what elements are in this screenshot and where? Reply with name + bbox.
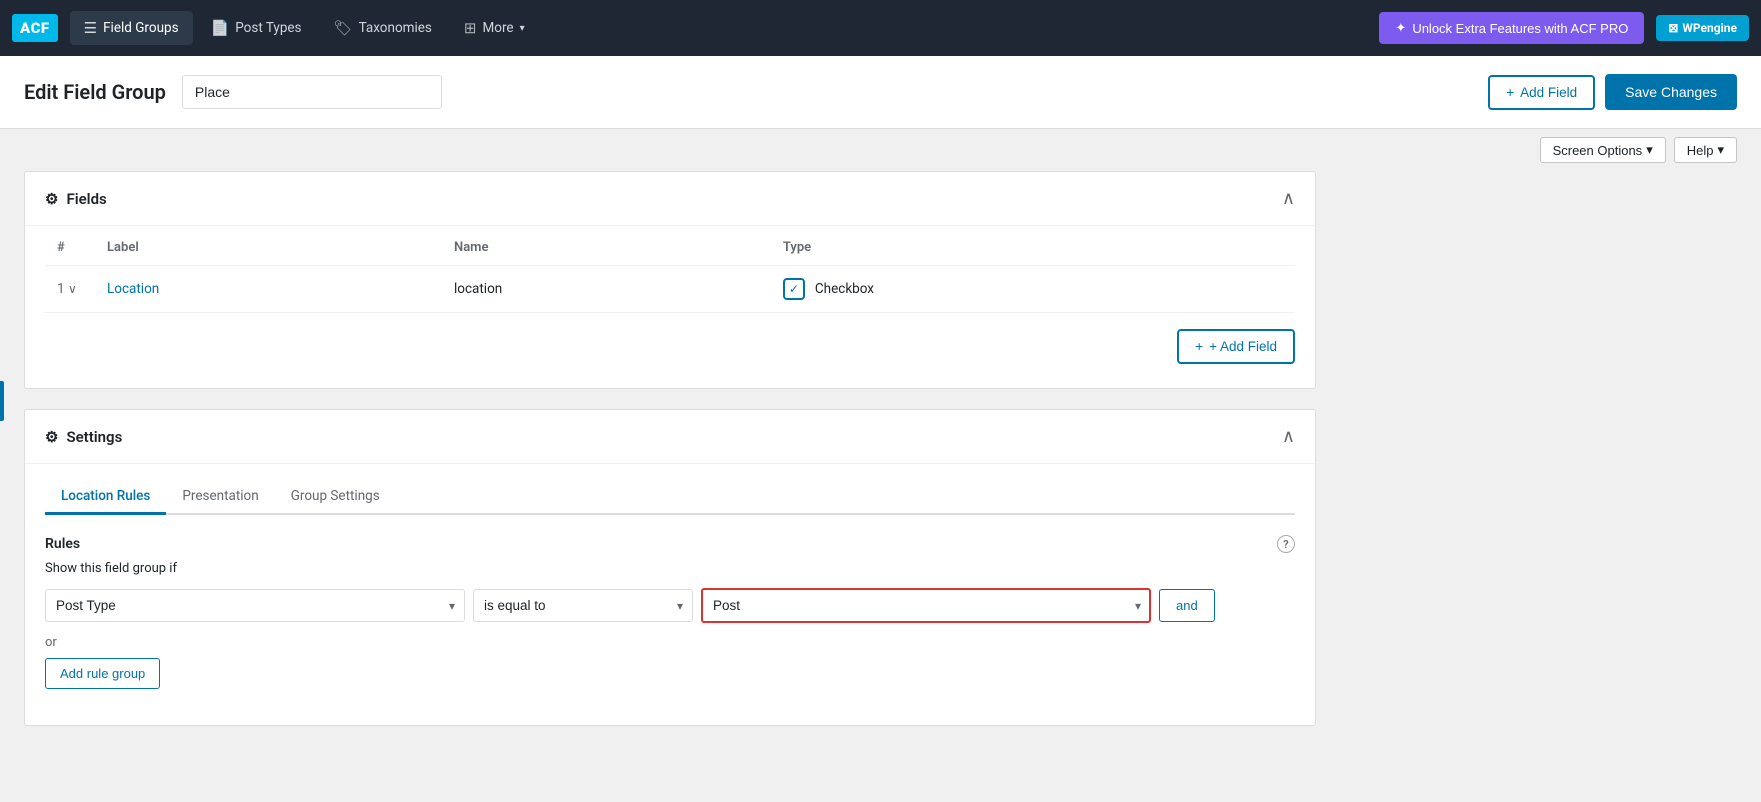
value-select-wrapper: Post (701, 588, 1151, 623)
post-type-select[interactable]: Post Type (45, 589, 465, 622)
operator-select[interactable]: is equal to (473, 589, 693, 622)
taxonomies-icon: 🏷 (334, 19, 353, 37)
tab-presentation[interactable]: Presentation (166, 480, 274, 515)
nav-item-post-types[interactable]: 📄 Post Types (197, 11, 316, 45)
fields-panel-toggle[interactable]: ∧ (1282, 188, 1295, 209)
post-types-icon: 📄 (211, 19, 230, 37)
row-name-cell: location (442, 266, 771, 313)
rules-help-icon[interactable]: ? (1277, 535, 1295, 553)
field-label-link[interactable]: Location (107, 281, 159, 297)
help-chevron-icon: ▾ (1717, 142, 1724, 158)
unlock-acf-pro-button[interactable]: ✦ Unlock Extra Features with ACF PRO (1379, 12, 1644, 44)
top-navigation: ACF ☰ Field Groups 📄 Post Types 🏷 Taxono… (0, 0, 1761, 56)
row-num: 1 ∨ (45, 266, 95, 313)
tab-location-rules[interactable]: Location Rules (45, 480, 166, 515)
field-type-label: Checkbox (815, 281, 874, 297)
fields-panel-title: ⚙ Fields (45, 190, 107, 208)
more-label: More (482, 20, 513, 36)
row-type-cell: ✓ Checkbox (771, 266, 1295, 313)
wp-engine-logo: ⊠ WPengine (1656, 15, 1749, 41)
table-row: 1 ∨ Location location ✓ Checkbox (45, 266, 1295, 313)
rules-label-row: Rules ? (45, 535, 1295, 553)
star-icon: ✦ (1395, 20, 1406, 36)
rules-section: Rules ? Show this field group if Post Ty… (45, 535, 1295, 705)
save-changes-button[interactable]: Save Changes (1605, 74, 1737, 110)
nav-item-taxonomies[interactable]: 🏷 Taxonomies (320, 11, 446, 45)
screen-options-label: Screen Options (1553, 143, 1643, 158)
operator-select-wrapper: is equal to (473, 589, 693, 622)
acf-logo: ACF (12, 14, 58, 42)
help-button[interactable]: Help ▾ (1674, 137, 1737, 163)
col-label: Label (95, 230, 442, 266)
col-name: Name (442, 230, 771, 266)
fields-title-label: Fields (66, 190, 106, 208)
taxonomies-label: Taxonomies (359, 20, 432, 36)
main-content: ⚙ Fields ∧ # Label Name Type (0, 171, 1340, 770)
show-if-label: Show this field group if (45, 561, 1295, 576)
settings-panel-body: Location Rules Presentation Group Settin… (25, 480, 1315, 725)
fields-gear-icon: ⚙ (45, 190, 58, 208)
col-num: # (45, 230, 95, 266)
tab-group-settings[interactable]: Group Settings (275, 480, 396, 515)
plus-icon: + (1506, 85, 1514, 100)
page-title: Edit Field Group (24, 80, 166, 104)
settings-panel-header: ⚙ Settings ∧ (25, 410, 1315, 464)
settings-gear-icon: ⚙ (45, 428, 58, 446)
sub-header: Screen Options ▾ Help ▾ (0, 129, 1761, 171)
settings-panel-toggle[interactable]: ∧ (1282, 426, 1295, 447)
help-label: Help (1687, 143, 1714, 158)
fields-table: # Label Name Type 1 ∨ Location (45, 230, 1295, 313)
field-groups-icon: ☰ (84, 19, 97, 37)
row-chevron-icon[interactable]: ∨ (68, 282, 77, 296)
settings-title-label: Settings (66, 428, 122, 446)
field-groups-label: Field Groups (103, 20, 178, 36)
add-field-label: Add Field (1520, 85, 1577, 100)
settings-panel: ⚙ Settings ∧ Location Rules Presentation… (24, 409, 1316, 726)
row-label-cell: Location (95, 266, 442, 313)
unlock-btn-label: Unlock Extra Features with ACF PRO (1412, 21, 1628, 36)
checkbox-type-icon: ✓ (783, 278, 805, 300)
add-field-button-header[interactable]: + Add Field (1488, 75, 1595, 110)
screen-options-chevron-icon: ▾ (1646, 142, 1653, 158)
add-rule-group-button[interactable]: Add rule group (45, 658, 160, 689)
screen-options-button[interactable]: Screen Options ▾ (1540, 137, 1666, 163)
rules-label-text: Rules (45, 536, 80, 552)
more-chevron-icon: ▾ (520, 23, 525, 34)
add-field-bottom: + + Add Field (45, 313, 1295, 368)
settings-panel-title: ⚙ Settings (45, 428, 122, 446)
settings-tabs: Location Rules Presentation Group Settin… (45, 480, 1295, 515)
page-header: Edit Field Group + Add Field Save Change… (0, 56, 1761, 129)
value-select[interactable]: Post (701, 588, 1151, 623)
nav-item-more[interactable]: ⊞ More ▾ (450, 11, 539, 45)
or-label: or (45, 635, 1295, 650)
more-icon: ⊞ (464, 19, 477, 37)
fields-panel-body: # Label Name Type 1 ∨ Location (25, 230, 1315, 388)
add-field-bottom-label: + Add Field (1209, 339, 1277, 354)
col-type: Type (771, 230, 1295, 266)
add-field-button-bottom[interactable]: + + Add Field (1177, 329, 1295, 364)
post-types-label: Post Types (235, 20, 301, 36)
left-accent-marker (0, 381, 4, 421)
fields-panel-header: ⚙ Fields ∧ (25, 172, 1315, 226)
nav-item-field-groups[interactable]: ☰ Field Groups (70, 11, 193, 45)
field-group-name-input[interactable] (182, 75, 442, 109)
header-actions: + Add Field Save Changes (1488, 74, 1737, 110)
save-changes-label: Save Changes (1625, 84, 1717, 100)
wp-engine-icon: ⊠ (1668, 21, 1678, 35)
wp-engine-label: WPengine (1682, 21, 1737, 35)
plus-icon-bottom: + (1195, 339, 1203, 354)
fields-panel: ⚙ Fields ∧ # Label Name Type (24, 171, 1316, 389)
post-type-select-wrapper: Post Type (45, 589, 465, 622)
rule-row: Post Type is equal to Post and (45, 588, 1295, 623)
and-button[interactable]: and (1159, 589, 1215, 622)
